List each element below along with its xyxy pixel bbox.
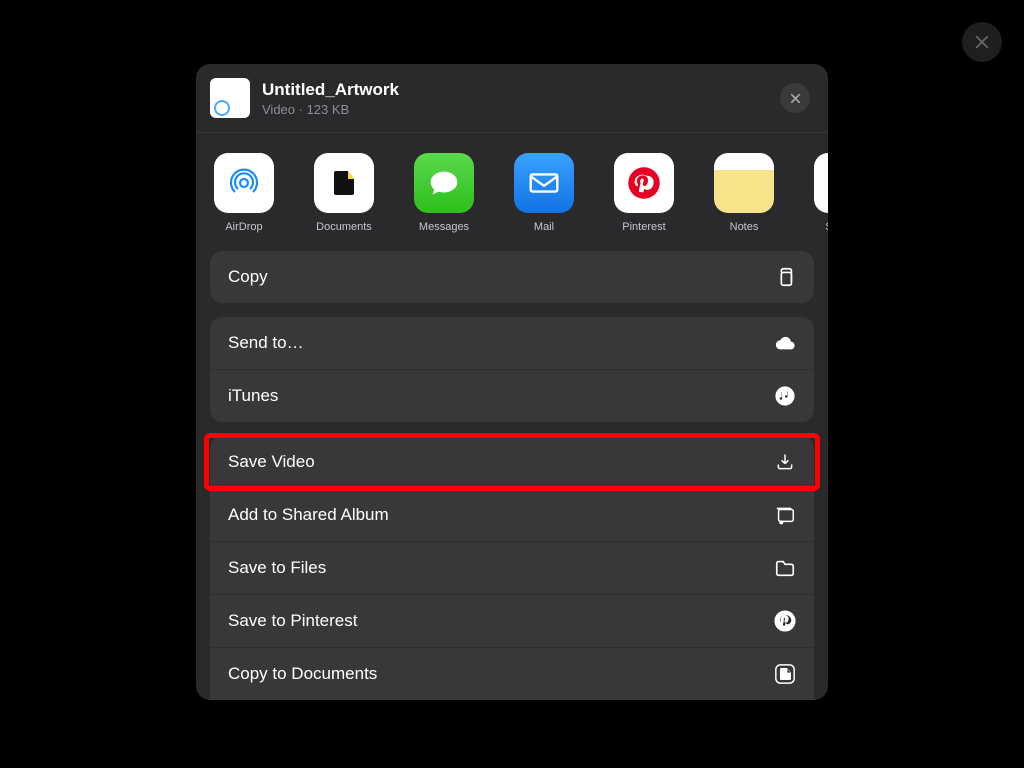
action-label: Send to… (228, 333, 304, 353)
app-mail[interactable]: Mail (514, 153, 574, 233)
app-pinterest[interactable]: Pinterest (614, 153, 674, 233)
page-close-button[interactable] (962, 22, 1002, 62)
documents-icon (314, 153, 374, 213)
action-add-shared-album[interactable]: Add to Shared Album (210, 488, 814, 541)
app-more-icon (814, 153, 828, 213)
action-label: Copy (228, 267, 268, 287)
action-label: Save Video (228, 452, 315, 472)
close-icon (973, 33, 991, 51)
documents-app-icon (774, 663, 796, 685)
file-info: Untitled_Artwork Video · 123 KB (262, 80, 399, 117)
app-label: Notes (714, 221, 774, 233)
action-label: Save to Pinterest (228, 611, 357, 631)
action-label: Add to Shared Album (228, 505, 389, 525)
file-thumbnail (210, 78, 250, 118)
app-airdrop[interactable]: AirDrop (214, 153, 274, 233)
folder-icon (774, 557, 796, 579)
cloud-icon (774, 332, 796, 354)
messages-icon (414, 153, 474, 213)
action-group-main: Save Video Add to Shared Album Save to F… (210, 436, 814, 700)
app-row[interactable]: AirDrop Documents Messages Mail Pinteres… (196, 133, 828, 251)
pinterest-icon (614, 153, 674, 213)
action-save-to-pinterest[interactable]: Save to Pinterest (210, 594, 814, 647)
action-label: Copy to Documents (228, 664, 377, 684)
app-label: Documents (314, 221, 374, 233)
pinterest-circle-icon (774, 610, 796, 632)
notes-icon (714, 153, 774, 213)
action-label: iTunes (228, 386, 278, 406)
app-label: Pinterest (614, 221, 674, 233)
app-more[interactable]: S (814, 153, 828, 233)
action-itunes[interactable]: iTunes (210, 369, 814, 422)
airdrop-icon (214, 153, 274, 213)
file-subtitle: Video · 123 KB (262, 102, 399, 117)
copy-icon (774, 266, 796, 288)
app-label: Messages (414, 221, 474, 233)
share-close-button[interactable] (780, 83, 810, 113)
action-group-send: Send to… iTunes (210, 317, 814, 422)
action-copy-to-documents[interactable]: Copy to Documents (210, 647, 814, 700)
action-save-to-files[interactable]: Save to Files (210, 541, 814, 594)
music-icon (774, 385, 796, 407)
app-label: Mail (514, 221, 574, 233)
action-save-video[interactable]: Save Video (210, 436, 814, 488)
shared-album-icon (774, 504, 796, 526)
file-title: Untitled_Artwork (262, 80, 399, 100)
app-label: S (814, 221, 828, 233)
app-documents[interactable]: Documents (314, 153, 374, 233)
download-icon (774, 451, 796, 473)
action-copy[interactable]: Copy (210, 251, 814, 303)
action-send-to[interactable]: Send to… (210, 317, 814, 369)
app-notes[interactable]: Notes (714, 153, 774, 233)
app-label: AirDrop (214, 221, 274, 233)
close-icon (789, 92, 802, 105)
app-messages[interactable]: Messages (414, 153, 474, 233)
share-header: Untitled_Artwork Video · 123 KB (196, 64, 828, 133)
action-group-copy: Copy (210, 251, 814, 303)
action-label: Save to Files (228, 558, 326, 578)
mail-icon (514, 153, 574, 213)
share-sheet: Untitled_Artwork Video · 123 KB AirDrop … (196, 64, 828, 700)
